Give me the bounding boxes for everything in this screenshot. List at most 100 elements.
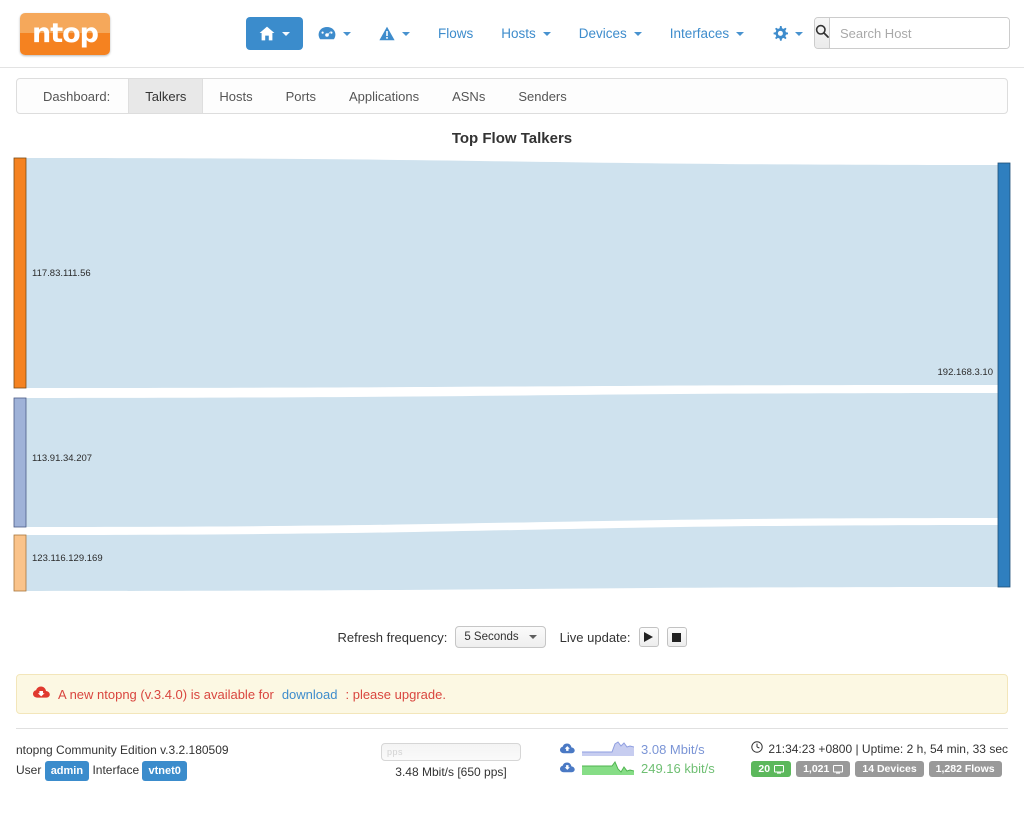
- tab-applications[interactable]: Applications: [333, 79, 436, 113]
- play-icon: [644, 632, 654, 642]
- dashboard-tabs: Dashboard: Talkers Hosts Ports Applicati…: [16, 78, 1008, 114]
- nav-item-hosts[interactable]: Hosts: [488, 17, 564, 50]
- footer-left: ntopng Community Edition v.3.2.180509 Us…: [16, 741, 346, 781]
- pps-gauge-label: pps: [387, 747, 404, 757]
- chevron-down-icon: [736, 31, 745, 36]
- sankey-label-src0: 117.83.111.56: [32, 268, 91, 279]
- refresh-frequency-label: Refresh frequency:: [337, 629, 448, 645]
- active-hosts-count: 20: [758, 763, 771, 775]
- sankey-chart: 117.83.111.56 113.91.34.207 123.116.129.…: [0, 153, 1024, 608]
- nav-label-interfaces: Interfaces: [669, 26, 730, 41]
- tab-senders[interactable]: Senders: [502, 79, 583, 113]
- status-badge-devices[interactable]: 14 Devices: [855, 761, 924, 777]
- dashboard-gauge-icon: [318, 26, 336, 41]
- status-badge-flows[interactable]: 1,282 Flows: [928, 761, 1002, 777]
- search-icon: [815, 24, 829, 43]
- sankey-node-dst0[interactable]: [997, 162, 1011, 588]
- upgrade-alert: A new ntopng (v.3.4.0) is available for …: [16, 674, 1008, 714]
- alert-text-before: A new ntopng (v.3.4.0) is available for: [58, 686, 274, 702]
- sankey-node-src2[interactable]: [13, 534, 27, 592]
- cloud-download-icon: [560, 761, 575, 776]
- pps-gauge: pps: [381, 743, 521, 761]
- live-update-label: Live update:: [559, 629, 631, 645]
- monitor-icon: [774, 764, 785, 774]
- sankey-links: [26, 158, 998, 591]
- chevron-down-icon: [528, 635, 537, 639]
- footer-rates: 3.08 Mbit/s 249.16 kbit/s: [560, 741, 715, 776]
- total-hosts-count: 1,021: [803, 763, 830, 775]
- footer-version: ntopng Community Edition v.3.2.180509: [16, 743, 229, 757]
- upload-rate-value: 3.08 Mbit/s: [641, 741, 705, 757]
- footer-interface-badge[interactable]: vtnet0: [142, 760, 187, 781]
- sankey-nodes-right: [997, 162, 1011, 588]
- chart-title: Top Flow Talkers: [451, 130, 573, 147]
- nav-label-hosts: Hosts: [501, 26, 536, 41]
- alert-download-link[interactable]: download: [282, 687, 338, 702]
- home-icon: [259, 26, 275, 41]
- ntop-logo[interactable]: ntop: [20, 12, 110, 55]
- nav-item-home[interactable]: [246, 17, 303, 50]
- nav-label-devices: Devices: [578, 26, 627, 41]
- status-badge-active-hosts[interactable]: 20: [751, 761, 792, 777]
- chevron-down-icon: [402, 31, 410, 36]
- uptime-text: 21:34:23 +0800 | Uptime: 2 h, 54 min, 33…: [768, 741, 1008, 756]
- chevron-down-icon: [633, 31, 642, 36]
- monitor-icon: [833, 764, 844, 774]
- chevron-down-icon: [282, 31, 290, 36]
- brand-text: ntop: [31, 18, 99, 49]
- status-chips: 20 1,021 14 Devices 1,282 Flows: [751, 761, 1008, 777]
- tab-asns[interactable]: ASNs: [436, 79, 502, 113]
- live-update-stop-button[interactable]: [666, 627, 687, 647]
- nav-item-dashboard[interactable]: [305, 17, 364, 50]
- nav-item-devices[interactable]: Devices: [566, 17, 655, 50]
- nav-item-settings[interactable]: [759, 17, 816, 51]
- download-rate-value: 249.16 kbit/s: [641, 760, 715, 776]
- search-input[interactable]: [830, 18, 1009, 48]
- sankey-link-0[interactable]: [26, 158, 998, 388]
- cloud-upload-icon: [560, 742, 575, 757]
- chevron-down-icon: [343, 31, 351, 36]
- main-nav: Flows Hosts Devices Interfaces: [246, 17, 874, 51]
- sankey-svg: 117.83.111.56 113.91.34.207 123.116.129.…: [13, 157, 1011, 592]
- stop-icon: [672, 632, 682, 642]
- status-badge-total-hosts[interactable]: 1,021: [796, 761, 851, 777]
- nav-item-flows[interactable]: Flows: [425, 17, 486, 50]
- top-navbar: ntop Flows Hosts Devices Interfaces Sear…: [0, 0, 1024, 68]
- throughput-text: 3.48 Mbit/s [650 pps]: [395, 765, 507, 779]
- nav-item-interfaces[interactable]: Interfaces: [657, 17, 757, 50]
- live-update-play-button[interactable]: [638, 627, 659, 647]
- dashboard-label: Dashboard:: [43, 88, 111, 104]
- chevron-down-icon: [795, 31, 804, 36]
- footer-user-label: User: [16, 762, 42, 777]
- footer-interface-label: Interface: [92, 762, 140, 777]
- footer-user-row: User admin Interface vtnet0: [16, 760, 346, 781]
- refresh-frequency-select[interactable]: 5 Seconds: [455, 626, 546, 648]
- download-sparkline: [582, 761, 634, 775]
- upload-rate-row: 3.08 Mbit/s: [560, 741, 715, 757]
- refresh-frequency-value: 5 Seconds: [464, 631, 519, 643]
- download-rate-row: 249.16 kbit/s: [560, 760, 715, 776]
- search-button[interactable]: [815, 18, 830, 48]
- nav-item-alerts[interactable]: [366, 17, 423, 50]
- tab-ports[interactable]: Ports: [270, 79, 333, 113]
- chevron-down-icon: [542, 31, 551, 36]
- gear-icon: [772, 25, 789, 42]
- footer-throughput: pps 3.48 Mbit/s [650 pps]: [356, 741, 546, 779]
- refresh-controls: Refresh frequency: 5 Seconds Live update…: [0, 626, 1024, 648]
- sankey-link-1[interactable]: [26, 393, 998, 527]
- alert-triangle-icon: [379, 26, 395, 41]
- sankey-label-dst0: 192.168.3.10: [938, 367, 993, 378]
- sankey-link-2[interactable]: [26, 525, 998, 591]
- sankey-nodes-left: [13, 157, 27, 592]
- clock-icon: [751, 741, 764, 756]
- cloud-download-alert-icon: [33, 686, 50, 702]
- sankey-label-src2: 123.116.129.169: [32, 553, 103, 564]
- tab-talkers[interactable]: Talkers: [128, 79, 204, 113]
- footer-user-badge[interactable]: admin: [44, 760, 90, 781]
- sankey-node-src0[interactable]: [13, 157, 27, 389]
- alert-text-after: : please upgrade.: [345, 686, 446, 702]
- tab-hosts[interactable]: Hosts: [203, 79, 269, 113]
- uptime-row: 21:34:23 +0800 | Uptime: 2 h, 54 min, 33…: [751, 741, 1008, 756]
- sankey-node-src1[interactable]: [13, 397, 27, 528]
- upload-sparkline: [582, 741, 634, 756]
